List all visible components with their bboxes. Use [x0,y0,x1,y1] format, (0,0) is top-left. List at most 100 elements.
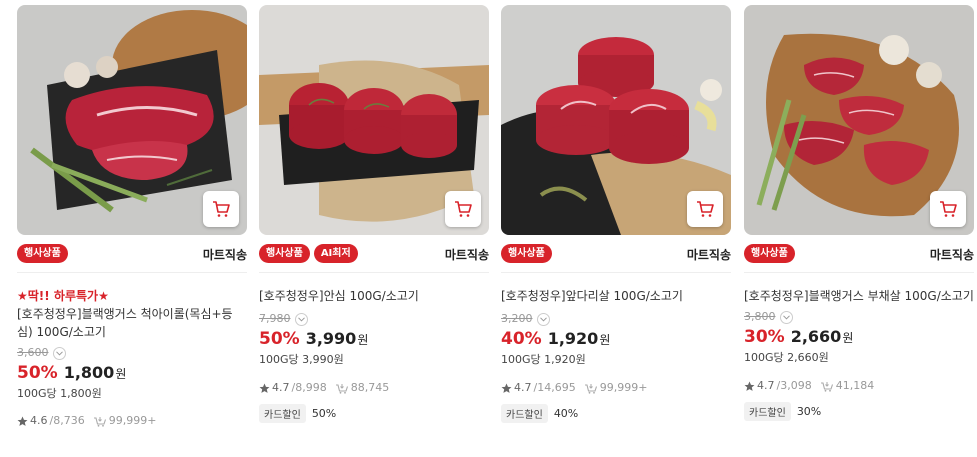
original-price-row: 3,200 [501,311,731,327]
product-grid: 행사상품 마트직송 ★딱!! 하루특가★ [호주청정우]블랙앵거스 척아이롤(목… [0,0,977,457]
unit-price: 100G당 1,800원 [17,387,102,400]
product-info[interactable]: [호주청정우]블랙앵거스 부채살 100G/소고기 3,800 30% 2,66… [744,287,974,421]
card-discount-rate: 40% [553,407,579,420]
card-discount-tag: 카드할인 [744,402,791,421]
event-badge: 행사상품 [501,244,552,263]
chevron-down-icon[interactable] [779,310,793,324]
unit-price: 100G당 3,990원 [259,353,344,366]
card-discount-row: 카드할인 30% [744,402,974,421]
badge-list: 행사상품 [501,244,552,264]
cart-icon [697,201,714,217]
review-stats: 4.7/14,695 99,999+ [501,380,731,396]
original-price-row: 3,800 [744,309,974,325]
original-price: 7,980 [259,312,291,325]
discount-rate: 40% [501,329,542,349]
price-row: 30% 2,660원 [744,326,974,349]
price-row: 50% 3,990원 [259,328,489,351]
product-info[interactable]: [호주청정우]안심 100G/소고기 7,980 50% 3,990원 100G… [259,287,489,423]
product-title[interactable]: [호주청정우]블랙앵거스 척아이롤(목심+등심) 100G/소고기 [17,305,247,341]
purchase-count: 99,999+ [108,414,157,427]
cart-icon [940,201,957,217]
add-to-cart-button[interactable] [930,191,966,227]
discount-rate: 50% [259,329,300,349]
review-count[interactable]: /8,998 [292,380,327,396]
star-icon [259,383,270,393]
cart-icon [213,201,230,217]
badge-list: 행사상품 AI최저 [259,244,358,264]
basket-icon [93,417,106,427]
divider [501,272,731,273]
sale-price: 1,920원 [547,329,611,348]
event-badge: 행사상품 [259,244,310,263]
product-title[interactable]: [호주청정우]앞다리살 100G/소고기 [501,287,731,305]
card-discount-rate: 50% [311,407,337,420]
card-discount-row: 카드할인 40% [501,404,731,423]
review-count[interactable]: /8,736 [50,413,85,429]
price-row: 50% 1,800원 [17,362,247,385]
discount-rate: 30% [744,327,785,347]
divider [744,272,974,273]
add-to-cart-button[interactable] [203,191,239,227]
original-price-row: 7,980 [259,311,489,327]
rating: 4.6 [30,414,48,427]
mart-delivery-label: 마트직송 [929,248,974,262]
badge-list: 행사상품 [744,244,795,264]
product-title[interactable]: [호주청정우]안심 100G/소고기 [259,287,489,305]
price-row: 40% 1,920원 [501,328,731,351]
product-image[interactable] [17,5,247,235]
event-badge: 행사상품 [744,244,795,263]
rating: 4.7 [514,381,532,394]
product-title[interactable]: [호주청정우]블랙앵거스 부채살 100G/소고기 [744,287,974,305]
unit-price: 100G당 1,920원 [501,353,586,366]
original-price-row: 3,600 [17,345,247,361]
card-discount-rate: 30% [796,405,822,418]
review-count[interactable]: /3,098 [777,378,812,394]
card-discount-row: 카드할인 50% [259,404,489,423]
cart-icon [455,201,472,217]
chevron-down-icon[interactable] [52,346,66,360]
product-info[interactable]: ★딱!! 하루특가★ [호주청정우]블랙앵거스 척아이롤(목심+등심) 100G… [17,287,247,429]
badge-list: 행사상품 [17,244,68,264]
event-badge: 행사상품 [17,244,68,263]
rating: 4.7 [272,381,290,394]
star-icon [744,381,755,391]
sale-price: 1,800원 [63,363,127,382]
divider [259,272,489,273]
product-card[interactable]: 행사상품 AI최저 마트직송 [호주청정우]안심 100G/소고기 7,980 … [259,0,489,457]
star-icon [17,416,28,426]
add-to-cart-button[interactable] [687,191,723,227]
basket-icon [584,384,597,394]
sale-price: 2,660원 [790,327,854,346]
product-image[interactable] [501,5,731,235]
original-price: 3,800 [744,310,776,323]
discount-rate: 50% [17,363,58,383]
product-image[interactable] [259,5,489,235]
product-image[interactable] [744,5,974,235]
add-to-cart-button[interactable] [445,191,481,227]
original-price: 3,200 [501,312,533,325]
product-card[interactable]: 행사상품 마트직송 [호주청정우]앞다리살 100G/소고기 3,200 40%… [501,0,731,457]
review-count[interactable]: /14,695 [534,380,576,396]
card-discount-tag: 카드할인 [501,404,548,423]
original-price: 3,600 [17,346,49,359]
review-stats: 4.7/8,998 88,745 [259,380,489,396]
basket-icon [335,384,348,394]
basket-icon [820,382,833,392]
product-card[interactable]: 행사상품 마트직송 ★딱!! 하루특가★ [호주청정우]블랙앵거스 척아이롤(목… [17,0,247,457]
mart-delivery-label: 마트직송 [444,248,489,262]
review-stats: 4.6/8,736 99,999+ [17,413,247,429]
purchase-count: 41,184 [835,379,875,392]
ai-lowest-badge: AI최저 [313,244,358,263]
purchase-count: 88,745 [350,381,390,394]
mart-delivery-label: 마트직송 [202,248,247,262]
purchase-count: 99,999+ [599,381,648,394]
sale-price: 3,990원 [305,329,369,348]
unit-price: 100G당 2,660원 [744,351,829,364]
divider [17,272,247,273]
chevron-down-icon[interactable] [536,312,550,326]
review-stats: 4.7/3,098 41,184 [744,378,974,394]
product-card[interactable]: 행사상품 마트직송 [호주청정우]블랙앵거스 부채살 100G/소고기 3,80… [744,0,974,457]
mart-delivery-label: 마트직송 [686,248,731,262]
chevron-down-icon[interactable] [294,312,308,326]
product-info[interactable]: [호주청정우]앞다리살 100G/소고기 3,200 40% 1,920원 10… [501,287,731,423]
